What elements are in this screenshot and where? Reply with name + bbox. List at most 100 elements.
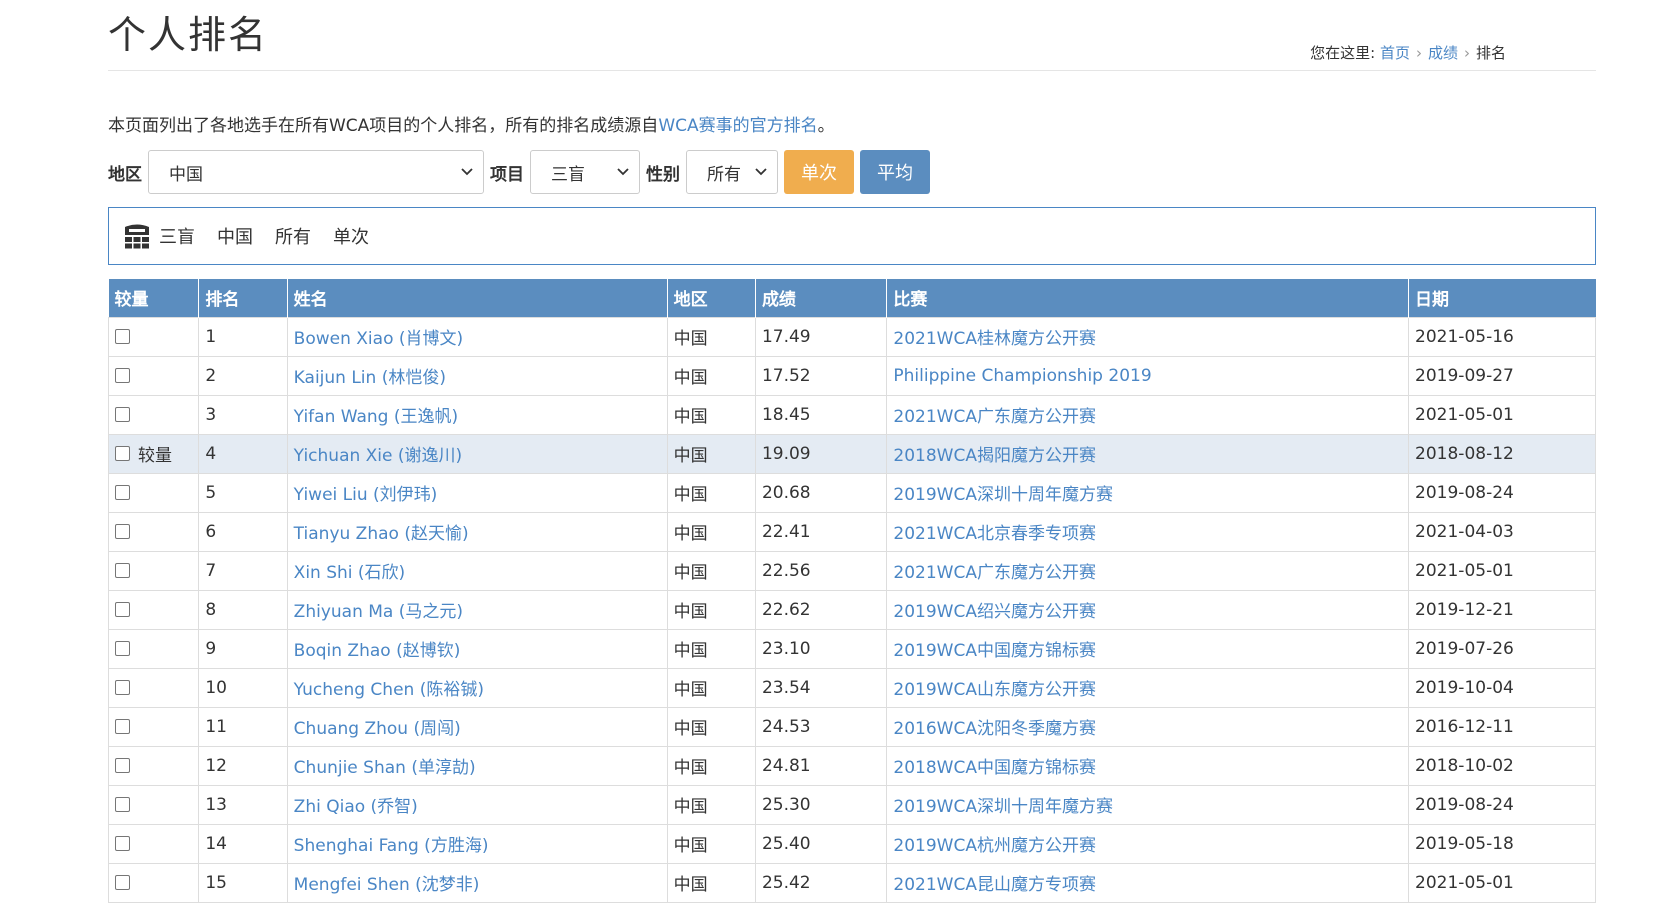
compare-checkbox[interactable] [115,875,130,890]
table-row: 11 Chuang Zhou (周闯) 中国 24.53 2016WCA沈阳冬季魔方赛 2… [107,706,1596,747]
person-link[interactable]: Bowen Xiao (肖博文) [294,329,463,349]
competition-cell: 2018WCA中国魔方锦标赛 [886,745,1410,786]
person-link[interactable]: Yichuan Xie (谢逸川) [294,446,463,466]
date-cell: 2019-10-04 [1408,667,1596,708]
person-link[interactable]: Zhi Qiao (乔智) [294,797,418,817]
result-cell: 17.52 [754,355,888,396]
competition-link[interactable]: 2021WCA广东魔方公开赛 [893,407,1096,427]
region-cell: 中国 [666,394,756,435]
table-row: 12 Chunjie Shan (单淳劼) 中国 24.81 2018WCA中国魔方锦标… [107,745,1596,786]
compare-checkbox[interactable] [115,368,130,383]
date-cell: 2019-08-24 [1408,784,1596,825]
compare-checkbox[interactable] [115,797,130,812]
table-row: 较量 4 Yichuan Xie (谢逸川) 中国 19.09 2018WCA揭阳魔方公开… [107,433,1596,474]
compare-checkbox[interactable] [115,446,130,461]
page-title: 个人排名 [108,13,269,57]
person-link[interactable]: Boqin Zhao (赵博钦) [294,641,461,661]
table-row: 15 Mengfei Shen (沈梦非) 中国 25.42 2021WCA昆山魔方专项… [107,862,1596,903]
compare-checkbox[interactable] [115,563,130,578]
breadcrumb-home-link[interactable]: 首页 [1380,44,1410,62]
competition-link[interactable]: 2019WCA绍兴魔方公开赛 [893,602,1096,622]
region-cell: 中国 [666,667,756,708]
wca-official-ranking-link[interactable]: WCA赛事的官方排名 [658,116,817,136]
rank-cell: 2 [198,355,288,396]
person-link[interactable]: Chuang Zhou (周闯) [294,719,461,739]
result-cell: 25.42 [754,862,888,903]
compare-checkbox[interactable] [115,719,130,734]
compare-checkbox[interactable] [115,836,130,851]
compare-checkbox[interactable] [115,407,130,422]
table-row: 14 Shenghai Fang (方胜海) 中国 25.40 2019WCA杭州魔方公… [107,823,1596,864]
rank-cell: 1 [198,316,288,357]
person-link[interactable]: Yifan Wang (王逸帆) [294,407,458,427]
region-cell: 中国 [666,355,756,396]
compare-checkbox[interactable] [115,524,130,539]
compare-cell: 较量 [107,433,200,474]
name-cell: Chunjie Shan (单淳劼) [286,745,668,786]
filter-bar: 地区 中国 项目 三盲 性别 所有 单次 平均 [108,150,936,194]
gender-select[interactable]: 所有 [686,150,778,194]
breadcrumb-results-link[interactable]: 成绩 [1428,44,1458,62]
event-select[interactable]: 三盲 [530,150,640,194]
competition-link[interactable]: 2019WCA深圳十周年魔方赛 [893,485,1113,505]
competition-link[interactable]: 2019WCA深圳十周年魔方赛 [893,797,1113,817]
compare-checkbox[interactable] [115,485,130,500]
competition-link[interactable]: 2021WCA北京春季专项赛 [893,524,1096,544]
column-header-date: 日期 [1408,279,1596,317]
name-cell: Tianyu Zhao (赵天愉) [286,511,668,552]
competition-link[interactable]: 2019WCA中国魔方锦标赛 [893,641,1096,661]
compare-checkbox[interactable] [115,680,130,695]
compare-checkbox[interactable] [115,602,130,617]
person-link[interactable]: Kaijun Lin (林恺俊) [294,368,446,388]
person-link[interactable]: Xin Shi (石欣) [294,563,406,583]
compare-checkbox[interactable] [115,641,130,656]
person-link[interactable]: Chunjie Shan (单淳劼) [294,758,476,778]
table-row: 6 Tianyu Zhao (赵天愉) 中国 22.41 2021WCA北京春季专项赛 2… [107,511,1596,552]
person-link[interactable]: Tianyu Zhao (赵天愉) [294,524,469,544]
person-link[interactable]: Shenghai Fang (方胜海) [294,836,489,856]
competition-cell: 2019WCA山东魔方公开赛 [886,667,1410,708]
competition-cell: 2016WCA沈阳冬季魔方赛 [886,706,1410,747]
competition-link[interactable]: 2021WCA桂林魔方公开赛 [893,329,1096,349]
person-link[interactable]: Zhiyuan Ma (马之元) [294,602,463,622]
name-cell: Yucheng Chen (陈裕铖) [286,667,668,708]
name-cell: Kaijun Lin (林恺俊) [286,355,668,396]
competition-link[interactable]: 2016WCA沈阳冬季魔方赛 [893,719,1096,739]
person-link[interactable]: Yucheng Chen (陈裕铖) [294,680,484,700]
chevron-down-icon [755,168,767,176]
competition-link[interactable]: 2019WCA山东魔方公开赛 [893,680,1096,700]
compare-checkbox[interactable] [115,329,130,344]
single-button[interactable]: 单次 [784,150,854,194]
name-cell: Chuang Zhou (周闯) [286,706,668,747]
competition-link[interactable]: Philippine Championship 2019 [893,366,1151,386]
name-cell: Xin Shi (石欣) [286,550,668,591]
competition-link[interactable]: 2021WCA昆山魔方专项赛 [893,875,1096,895]
competition-link[interactable]: 2018WCA中国魔方锦标赛 [893,758,1096,778]
person-link[interactable]: Mengfei Shen (沈梦非) [294,875,480,895]
breadcrumb-separator-icon: › [1463,44,1470,62]
result-cell: 22.62 [754,589,888,630]
region-select[interactable]: 中国 [148,150,484,194]
compare-cell [107,316,200,357]
competition-cell: Philippine Championship 2019 [886,355,1410,396]
rank-cell: 4 [198,433,288,474]
competition-cell: 2021WCA桂林魔方公开赛 [886,316,1410,357]
competition-link[interactable]: 2019WCA杭州魔方公开赛 [893,836,1096,856]
region-cell: 中国 [666,862,756,903]
table-row: 1 Bowen Xiao (肖博文) 中国 17.49 2021WCA桂林魔方公开赛 20… [107,316,1596,357]
average-button[interactable]: 平均 [860,150,930,194]
summary-region: 中国 [217,227,253,248]
gender-label: 性别 [646,164,680,185]
compare-checkbox[interactable] [115,758,130,773]
date-cell: 2019-09-27 [1408,355,1596,396]
region-cell: 中国 [666,628,756,669]
competition-link[interactable]: 2018WCA揭阳魔方公开赛 [893,446,1096,466]
rank-cell: 15 [198,862,288,903]
table-header-row: 较量 排名 姓名 地区 成绩 比赛 日期 [108,279,1596,317]
competition-cell: 2021WCA昆山魔方专项赛 [886,862,1410,903]
name-cell: Zhiyuan Ma (马之元) [286,589,668,630]
person-link[interactable]: Yiwei Liu (刘伊玮) [294,485,438,505]
competition-link[interactable]: 2021WCA广东魔方公开赛 [893,563,1096,583]
region-cell: 中国 [666,784,756,825]
result-cell: 24.81 [754,745,888,786]
